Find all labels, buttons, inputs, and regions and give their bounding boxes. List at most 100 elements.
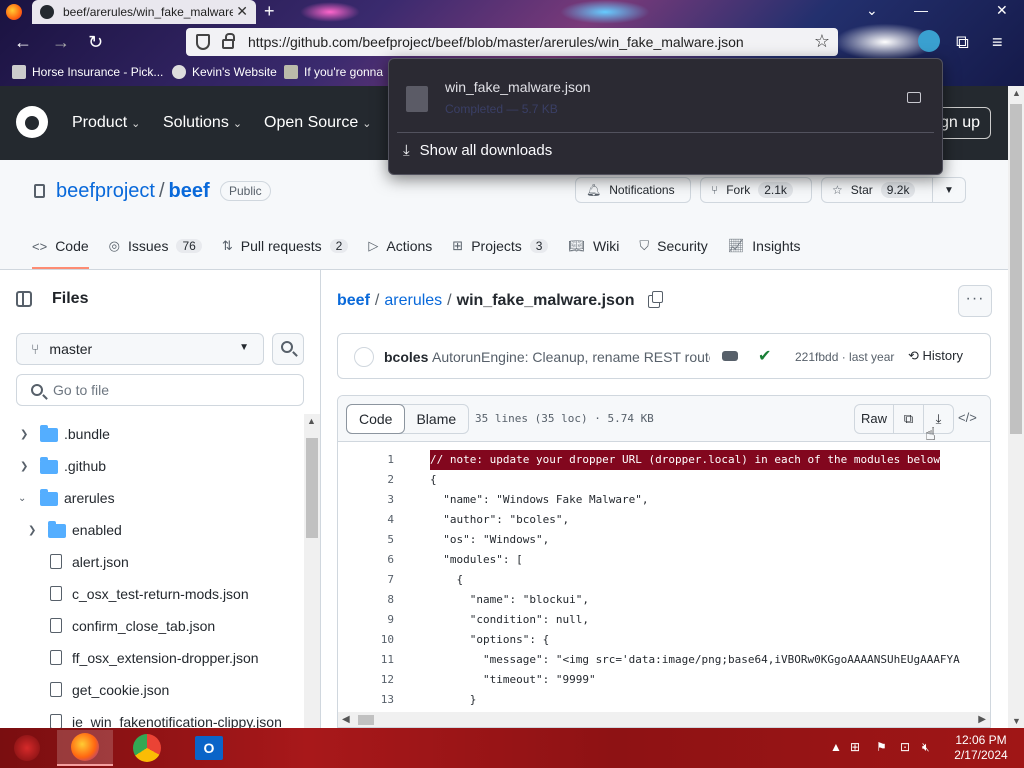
avatar[interactable]: [354, 347, 374, 367]
tab-blame-view[interactable]: Blame: [404, 405, 468, 433]
nav-product[interactable]: Product ⌄: [72, 114, 140, 132]
scroll-up-icon[interactable]: ▲: [1012, 88, 1021, 98]
minimize-icon[interactable]: —: [914, 0, 928, 20]
bookmark-item[interactable]: Horse Insurance - Pick...: [12, 65, 163, 79]
new-tab-button[interactable]: +: [264, 0, 275, 22]
tab-security[interactable]: ⛉ Security: [639, 234, 707, 258]
download-file-name[interactable]: win_fake_malware.json: [445, 79, 591, 95]
star-button[interactable]: ☆ Star 9.2k: [821, 177, 933, 203]
file-meta: 35 lines (35 loc) · 5.74 KB: [475, 412, 654, 425]
extensions-icon[interactable]: ⧉: [956, 32, 969, 52]
expand-commit-icon[interactable]: [722, 351, 738, 361]
github-logo-icon[interactable]: [16, 106, 48, 138]
nav-solutions[interactable]: Solutions ⌄: [163, 114, 242, 132]
collapse-sidebar-icon[interactable]: [16, 291, 32, 307]
search-code-button[interactable]: [272, 333, 304, 365]
repo-owner-link[interactable]: beefproject: [56, 180, 155, 202]
tab-insights[interactable]: 📈︎ Insights: [728, 234, 801, 258]
breadcrumb-folder-link[interactable]: arerules: [384, 292, 442, 310]
tab-issues[interactable]: ◎ Issues 76: [109, 234, 202, 258]
account-icon[interactable]: [918, 30, 940, 52]
tab-pull-requests[interactable]: ⇅ Pull requests 2: [222, 234, 349, 258]
page-scrollbar[interactable]: ▲ ▼: [1008, 86, 1024, 728]
go-to-file-input[interactable]: Go to file: [16, 374, 304, 406]
raw-button[interactable]: Raw: [855, 405, 893, 433]
code-horizontal-scrollbar[interactable]: ◀ ▶: [338, 712, 990, 727]
tab-actions[interactable]: ▷ Actions: [368, 234, 432, 258]
open-folder-icon[interactable]: [907, 92, 921, 103]
star-dropdown-button[interactable]: ▼: [932, 177, 966, 203]
scrollbar-thumb[interactable]: [1010, 104, 1022, 434]
scrollbar-thumb[interactable]: [306, 438, 318, 538]
taskbar-firefox[interactable]: [57, 730, 113, 766]
chevron-right-icon[interactable]: ❯: [20, 461, 28, 472]
browser-tab-active[interactable]: beef/arerules/win_fake_malware.json · be…: [32, 0, 256, 24]
history-link[interactable]: ⟲ History: [908, 348, 963, 364]
tree-scrollbar[interactable]: ▲: [304, 414, 320, 728]
forward-icon[interactable]: →: [52, 32, 70, 52]
menu-icon[interactable]: ≡: [992, 32, 1003, 52]
check-icon[interactable]: ✔: [758, 346, 771, 366]
breadcrumb: beef / arerules / win_fake_malware.json: [337, 290, 664, 310]
address-bar[interactable]: https://github.com/beefproject/beef/blob…: [186, 28, 838, 56]
commit-sha-time[interactable]: 221fbdd · last year: [795, 350, 894, 364]
show-all-downloads-button[interactable]: ⤓ Show all downloads: [403, 142, 552, 159]
nav-open-source[interactable]: Open Source ⌄: [264, 114, 372, 132]
address-url[interactable]: https://github.com/beefproject/beef/blob…: [248, 34, 744, 50]
volume-muted-icon[interactable]: 🔇︎: [922, 740, 930, 755]
breadcrumb-repo-link[interactable]: beef: [337, 292, 370, 310]
list-tabs-icon[interactable]: ⌄: [866, 0, 878, 20]
flag-icon[interactable]: ⚑: [876, 740, 887, 754]
show-hidden-icons-icon[interactable]: ▲: [830, 740, 842, 754]
tab-projects[interactable]: ⊞ Projects 3: [452, 234, 549, 258]
lock-icon[interactable]: [222, 33, 235, 49]
outlook-icon: O: [195, 736, 223, 760]
bookmark-item[interactable]: If you're gonna: [284, 65, 383, 79]
firefox-icon[interactable]: [6, 4, 22, 20]
tab-wiki[interactable]: 📖︎ Wiki: [568, 234, 619, 258]
issues-count: 76: [176, 239, 202, 253]
bookmark-item[interactable]: Kevin's Website: [172, 65, 277, 79]
chevron-right-icon[interactable]: ❯: [20, 429, 28, 440]
fork-button[interactable]: ⑂ Fork 2.1k: [700, 177, 812, 203]
more-options-button[interactable]: ···: [958, 285, 992, 317]
code-line: 5 "os": "Windows",: [387, 533, 550, 546]
branch-selector[interactable]: ⑂ master ▼: [16, 333, 264, 365]
branch-icon: ⑂: [31, 341, 40, 357]
close-tab-icon[interactable]: ✕: [236, 3, 248, 20]
copy-path-icon[interactable]: [648, 290, 664, 308]
table-icon: ⊞: [452, 238, 464, 253]
fork-count: 2.1k: [758, 182, 793, 198]
notifications-button[interactable]: 🔔︎ Notifications: [575, 177, 691, 203]
scroll-left-icon[interactable]: ◀: [342, 712, 350, 727]
network-drives-icon[interactable]: ⊞: [850, 740, 860, 754]
commit-message[interactable]: AutorunEngine: Cleanup, rename REST rout…: [432, 349, 710, 365]
scroll-up-icon[interactable]: ▲: [307, 416, 316, 426]
chevron-right-icon[interactable]: ❯: [28, 525, 36, 536]
tab-code[interactable]: <> Code: [32, 234, 89, 269]
tab-code-view[interactable]: Code: [346, 404, 406, 434]
chevron-down-icon[interactable]: ⌄: [18, 493, 26, 504]
tracking-shield-icon[interactable]: [196, 34, 210, 50]
back-icon[interactable]: ←: [14, 32, 32, 52]
copy-raw-button[interactable]: ⧉: [893, 405, 923, 433]
scroll-right-icon[interactable]: ▶: [978, 712, 986, 727]
taskbar-chrome[interactable]: [119, 730, 175, 766]
folder-icon: [40, 457, 58, 474]
bookmark-star-icon[interactable]: ☆: [814, 31, 830, 52]
reload-icon[interactable]: ↻: [88, 32, 103, 52]
download-status: Completed — 5.7 KB: [445, 102, 558, 116]
code-icon: <>: [32, 238, 48, 254]
network-icon[interactable]: ⊡: [900, 740, 910, 754]
folder-open-icon: [40, 489, 58, 506]
start-button[interactable]: [2, 730, 52, 766]
close-window-icon[interactable]: ✕: [996, 0, 1008, 20]
scrollbar-thumb[interactable]: [358, 715, 374, 725]
system-clock[interactable]: 12:06 PM 2/17/2024: [952, 733, 1010, 763]
symbols-panel-button[interactable]: </>: [958, 410, 977, 425]
taskbar-outlook[interactable]: O: [181, 730, 237, 766]
star-count: 9.2k: [880, 182, 916, 198]
repo-name-link[interactable]: beef: [169, 180, 210, 202]
commit-author[interactable]: bcoles: [384, 349, 428, 365]
scroll-down-icon[interactable]: ▼: [1012, 716, 1021, 726]
